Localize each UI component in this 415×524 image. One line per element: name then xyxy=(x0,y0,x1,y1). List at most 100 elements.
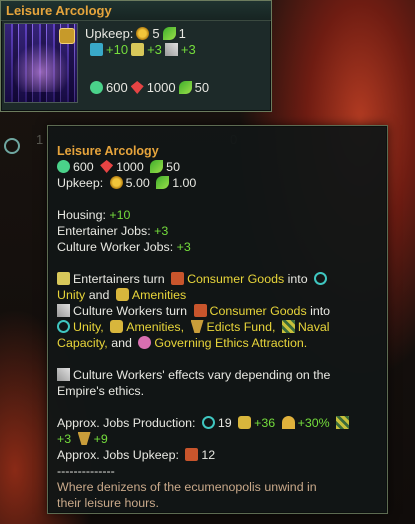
jobs-icon xyxy=(57,160,70,173)
amenities-icon xyxy=(115,288,129,301)
culture-worker-icon xyxy=(164,43,178,56)
cw-effects-text: Culture Workers' effects vary depending … xyxy=(73,368,331,382)
card-upkeep-food: 1 xyxy=(178,26,186,41)
approx-upkeep-line: Approx. Jobs Upkeep: 12 xyxy=(57,447,387,463)
ent-desc-text: Entertainers turn xyxy=(73,272,165,286)
rare-gem-icon xyxy=(130,81,144,94)
tooltip-cost-food: 50 xyxy=(166,160,180,174)
culture-jobs-label: Culture Worker Jobs: xyxy=(57,240,174,254)
culture-desc-line2: Unity, Amenities, Edicts Fund, Naval xyxy=(57,319,387,335)
culture-worker-icon xyxy=(57,304,70,317)
entertainers-desc-line1: Entertainers turn Consumer Goods into xyxy=(57,271,387,287)
rare-gem-icon xyxy=(100,160,114,173)
tooltip-upkeep-label: Upkeep: xyxy=(57,176,104,190)
trade-icon xyxy=(281,416,295,429)
and-text: and xyxy=(111,336,132,350)
into-text: into xyxy=(287,272,308,286)
tooltip-entertainer-row: Entertainer Jobs: +3 xyxy=(57,223,387,239)
card-upkeep-row: Upkeep: 5 1 xyxy=(85,26,186,41)
card-cost-gem: 1000 xyxy=(146,80,176,95)
tooltip-title: Leisure Arcology xyxy=(57,144,159,158)
culture-desc-line1: Culture Workers turn Consumer Goods into xyxy=(57,303,387,319)
unity-text: Unity, xyxy=(73,320,104,334)
consumer-goods-icon xyxy=(171,272,185,285)
card-cost-jobs: 600 xyxy=(106,80,128,95)
governing-ethics-text: Governing Ethics Attraction. xyxy=(154,336,308,350)
building-thumbnail[interactable] xyxy=(4,23,78,103)
unity-icon xyxy=(57,320,70,333)
entertainer-icon xyxy=(131,43,145,56)
food-icon xyxy=(178,81,192,94)
tooltip-housing-row: Housing: +10 xyxy=(57,207,387,223)
pop-icon[interactable] xyxy=(4,138,20,154)
lore-line2: their leisure hours. xyxy=(57,496,159,510)
consumer-goods-icon xyxy=(185,448,199,461)
prod-naval-value: +3 xyxy=(57,432,72,446)
food-icon xyxy=(156,176,170,189)
card-cost-food: 50 xyxy=(194,80,210,95)
card-prod-entertainers: +3 xyxy=(147,42,162,57)
and-text: and xyxy=(88,288,110,302)
capacity-text: Capacity, xyxy=(57,336,108,350)
tooltip-upkeep-row: Upkeep: 5.00 1.00 xyxy=(57,175,387,191)
entertainer-icon xyxy=(57,272,70,285)
cw-effects-line1: Culture Workers' effects vary depending … xyxy=(57,367,387,383)
upkeep-cg-value: 12 xyxy=(201,448,216,462)
housing-label: Housing: xyxy=(57,208,106,222)
amenities-icon xyxy=(238,416,252,429)
building-card[interactable]: Leisure Arcology Upkeep: 5 1 +10 +3 +3 6… xyxy=(0,0,272,112)
culture-jobs-value: +3 xyxy=(176,240,191,254)
naval-capacity-icon xyxy=(281,320,295,333)
prod-unity-value: 19 xyxy=(217,416,232,430)
jobs-icon xyxy=(90,81,103,94)
entertainers-desc-line2: Unity and Amenities xyxy=(57,287,387,303)
unity-icon xyxy=(201,416,215,429)
consumer-goods-icon xyxy=(193,304,207,317)
energy-icon xyxy=(136,27,150,40)
tooltip-upkeep-energy: 5.00 xyxy=(125,176,150,190)
unity-text: Unity xyxy=(57,288,86,302)
consumer-goods-text: Consumer Goods xyxy=(209,304,307,318)
card-upkeep-energy: 5 xyxy=(152,26,160,41)
amenities-text: Amenities, xyxy=(126,320,185,334)
ethics-attraction-icon xyxy=(138,336,152,349)
housing-value: +10 xyxy=(109,208,131,222)
edicts-fund-text: Edicts Fund, xyxy=(206,320,276,334)
edicts-fund-icon xyxy=(190,320,204,333)
energy-icon xyxy=(109,176,123,189)
tooltip-cost-gem: 1000 xyxy=(116,160,144,174)
entertainer-jobs-label: Entertainer Jobs: xyxy=(57,224,151,238)
into-text: into xyxy=(310,304,331,318)
tooltip-cost-row: 600 1000 50 xyxy=(57,159,387,175)
lore-line1: Where denizens of the ecumenopolis unwin… xyxy=(57,480,317,494)
cw-desc-text: Culture Workers turn xyxy=(73,304,188,318)
approx-production-label: Approx. Jobs Production: xyxy=(57,416,196,430)
card-cost-row: 600 1000 50 xyxy=(87,80,209,95)
tooltip-culture-row: Culture Worker Jobs: +3 xyxy=(57,239,387,255)
building-tooltip: Leisure Arcology 600 1000 50 Upkeep: 5.0… xyxy=(47,125,388,514)
card-prod-housing: +10 xyxy=(106,42,129,57)
approx-production-line2: +3 +9 xyxy=(57,431,387,447)
naval-capacity-icon xyxy=(336,416,350,429)
separator: -------------- xyxy=(57,464,115,478)
background-count-a: 1 xyxy=(36,132,44,147)
approx-production-line1: Approx. Jobs Production: 19 +36 +30% xyxy=(57,415,387,431)
food-icon xyxy=(162,27,176,40)
thumbnail-glow xyxy=(13,42,69,92)
tooltip-upkeep-food: 1.00 xyxy=(172,176,197,190)
culture-desc-line3: Capacity, and Governing Ethics Attractio… xyxy=(57,335,387,351)
building-card-title: Leisure Arcology xyxy=(1,1,271,21)
card-production-row: +10 +3 +3 xyxy=(87,42,196,57)
amenities-text: Amenities xyxy=(131,288,187,302)
building-slot-icon xyxy=(59,28,75,44)
card-prod-culture: +3 xyxy=(180,42,196,57)
approx-upkeep-label: Approx. Jobs Upkeep: xyxy=(57,448,179,462)
unity-icon xyxy=(314,272,328,285)
housing-icon xyxy=(90,43,103,56)
consumer-goods-text: Consumer Goods xyxy=(187,272,285,286)
prod-amenities-value: +36 xyxy=(254,416,276,430)
edicts-fund-icon xyxy=(77,432,91,445)
card-upkeep-label: Upkeep: xyxy=(85,26,134,41)
entertainer-jobs-value: +3 xyxy=(154,224,169,238)
naval-text: Naval xyxy=(297,320,330,334)
